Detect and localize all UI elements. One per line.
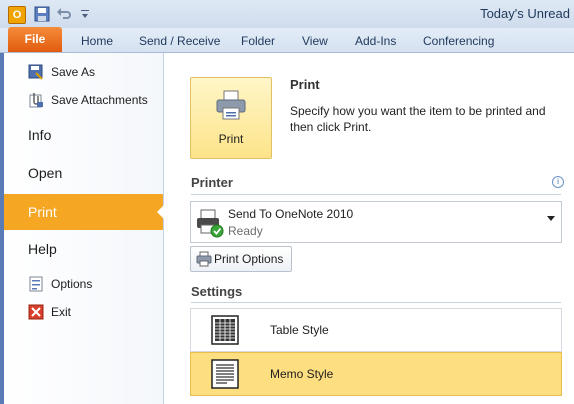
memo-style-option[interactable]: Memo Style: [190, 352, 562, 396]
print-description: Specify how you want the item to be prin…: [290, 104, 546, 134]
undo-icon[interactable]: [56, 6, 72, 22]
save-as-icon: [28, 64, 43, 80]
nav-exit-label: Exit: [51, 305, 72, 319]
ribbon-tabs: Home Send / Receive Folder View Add-Ins …: [0, 28, 574, 53]
customize-qat-icon[interactable]: [80, 6, 90, 22]
settings-section-title: Settings: [191, 284, 243, 299]
print-button-label: Print: [218, 132, 244, 146]
window-edge: [0, 53, 4, 404]
printer-status: Ready: [228, 224, 263, 238]
file-tab[interactable]: File: [8, 27, 62, 52]
printer-section-title: Printer: [191, 175, 233, 190]
nav-info-label: Info: [28, 127, 52, 143]
nav-open-label: Open: [28, 165, 63, 181]
printer-icon: [216, 90, 246, 120]
tab-conferencing[interactable]: Conferencing: [423, 32, 494, 50]
printer-name: Send To OneNote 2010: [228, 207, 354, 221]
info-icon[interactable]: i: [552, 176, 564, 188]
nav-save-attachments-label: Save Attachments: [51, 93, 148, 107]
tab-folder[interactable]: Folder: [241, 32, 275, 50]
print-button[interactable]: Print: [190, 77, 272, 159]
table-style-option[interactable]: Table Style: [190, 308, 562, 352]
nav-info[interactable]: Info: [0, 117, 163, 153]
printer-section-divider: [191, 194, 561, 195]
table-style-label: Table Style: [270, 323, 329, 337]
print-heading: Print: [290, 77, 320, 92]
nav-options-label: Options: [51, 277, 93, 291]
tab-send-receive[interactable]: Send / Receive: [139, 32, 220, 50]
printer-status-icon: [197, 209, 224, 238]
nav-print[interactable]: Print: [0, 194, 164, 230]
nav-print-label: Print: [28, 204, 57, 220]
printer-dropdown[interactable]: Send To OneNote 2010 Ready: [190, 201, 562, 243]
settings-section-divider: [191, 302, 561, 303]
print-pane: Print Print Specify how you want the ite…: [164, 53, 574, 404]
nav-help[interactable]: Help: [0, 231, 163, 267]
save-icon[interactable]: [34, 6, 50, 22]
nav-help-label: Help: [28, 241, 57, 257]
options-icon: [29, 276, 43, 292]
nav-save-as-label: Save As: [51, 65, 96, 79]
window-title: Today's Unread: [480, 6, 570, 21]
attachment-icon: [29, 93, 43, 108]
outlook-icon[interactable]: O: [8, 6, 26, 24]
print-options-label: Print Options: [214, 252, 284, 266]
table-style-icon: [211, 315, 239, 345]
print-options-button[interactable]: Print Options: [190, 246, 292, 272]
backstage-nav: Save As Save Attachments Info Open Print…: [0, 53, 164, 404]
tab-view[interactable]: View: [302, 32, 328, 50]
exit-icon: [28, 304, 44, 320]
memo-style-icon: [211, 359, 239, 389]
title-bar: O Today's Unread: [0, 0, 574, 28]
tab-home[interactable]: Home: [81, 32, 113, 50]
nav-open[interactable]: Open: [0, 155, 163, 191]
chevron-down-icon: [547, 216, 555, 221]
print-options-icon: [196, 251, 212, 267]
memo-style-label: Memo Style: [270, 367, 334, 381]
tab-add-ins[interactable]: Add-Ins: [355, 32, 396, 50]
